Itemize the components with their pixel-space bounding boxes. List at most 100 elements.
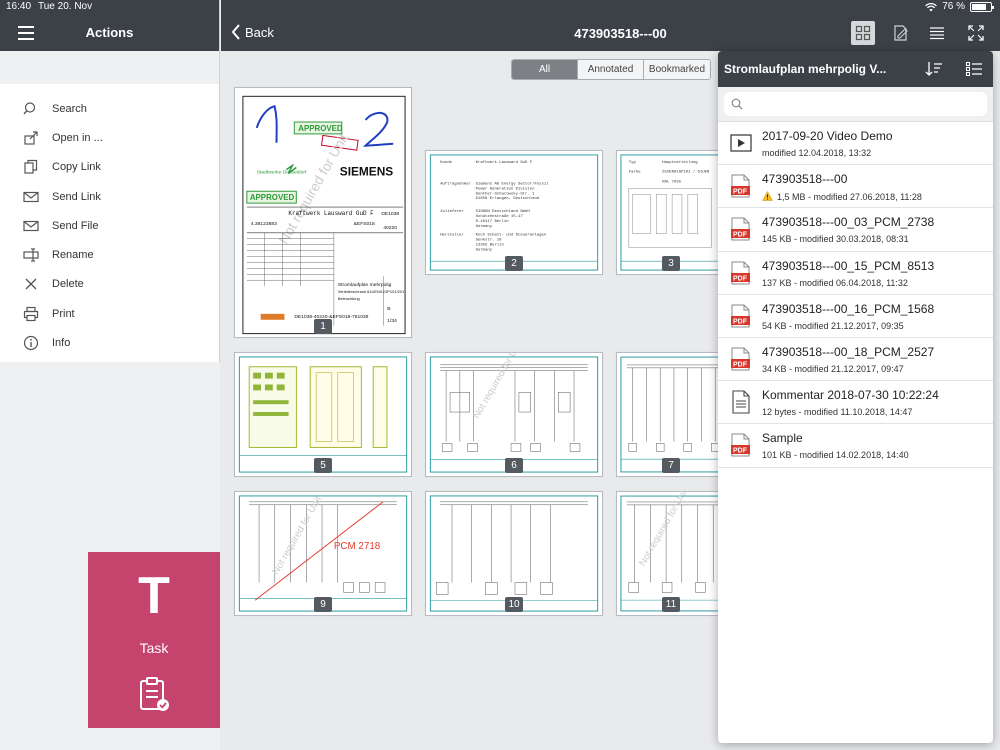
svg-text:Not required for Unit: Not required for Unit — [637, 492, 691, 568]
fullscreen-button[interactable] — [964, 21, 988, 45]
p2-label3: Zulieferer — [440, 209, 464, 214]
action-delete[interactable]: Delete — [0, 270, 219, 299]
p2-value1: Kraftwerk Lausward GuD F — [476, 160, 533, 165]
file-meta: 54 KB - modified 21.12.2017, 09:35 — [762, 321, 904, 331]
p2-value2c: Günther-Scharowsky-Str. 1 — [476, 191, 535, 196]
page1-customer: Kraftwerk Lausward GuD F — [288, 210, 374, 217]
file-search-input[interactable] — [724, 92, 987, 116]
printer-icon — [22, 305, 40, 323]
svg-text:Not required for Unit: Not required for Unit — [270, 494, 324, 576]
p2-label2: Auftragnehmer — [440, 181, 471, 186]
action-search[interactable]: Search — [0, 94, 219, 123]
svg-text:Not required for Unit: Not required for Unit — [471, 353, 525, 421]
p3-value1: Hauptverteilung — [662, 160, 698, 165]
search-box — [724, 92, 987, 116]
p2-label4: Hersteller — [440, 233, 464, 238]
file-list-item[interactable]: PDF 473903518---00_18_PCM_2527 34 KB - mod… — [718, 338, 993, 382]
file-list-item[interactable]: 2017-09-20 Video Demo modified 12.04.2018… — [718, 122, 993, 166]
warning-icon — [762, 191, 773, 203]
page-thumbnail-10[interactable]: 10 — [425, 491, 603, 616]
task-letter: T — [138, 567, 170, 625]
filter-all[interactable]: All — [512, 60, 578, 79]
page-thumbnail-2[interactable]: Kunde Kraftwerk Lausward GuD F Auftragne… — [425, 150, 603, 275]
page-thumbnail-5[interactable]: 5 — [234, 352, 412, 477]
file-list-item[interactable]: PDF 473903518---00_16_PCM_1568 54 KB - mod… — [718, 295, 993, 338]
mail-file-icon — [22, 217, 40, 235]
filter-annotated[interactable]: Annotated — [578, 60, 644, 79]
file-name: 473903518---00_03_PCM_2738 — [762, 215, 935, 230]
svg-text:PDF: PDF — [733, 189, 748, 196]
sidebar-spacer — [0, 51, 219, 84]
annotate-button[interactable] — [889, 21, 913, 45]
filter-bookmarked[interactable]: Bookmarked — [644, 60, 710, 79]
page-thumbnail-grid: APPROVED Stadtwerke Düsseldorf SIEMENS A… — [221, 85, 721, 750]
action-label: Send File — [52, 219, 99, 232]
file-list-item[interactable]: PDF 473903518---00_15_PCM_8513 137 KB - mo… — [718, 252, 993, 295]
file-meta-text: 12 bytes - modified 11.10.2018, 14:47 — [762, 407, 913, 418]
action-list: Search Open in ... Copy Link Send Link S… — [0, 84, 219, 358]
page-thumbnail-7[interactable]: 7 — [616, 352, 721, 477]
mail-icon — [22, 188, 40, 206]
rename-icon — [22, 246, 40, 264]
open-in-icon — [22, 129, 40, 147]
page1-rev: B — [387, 306, 391, 312]
p3-label1: Typ — [629, 161, 637, 165]
page-number-badge: 2 — [505, 256, 523, 271]
edit-document-icon — [894, 25, 908, 41]
file-meta-text: 101 KB - modified 14.02.2018, 14:40 — [762, 450, 909, 461]
action-print[interactable]: Print — [0, 299, 219, 328]
file-meta: 34 KB - modified 21.12.2017, 09:47 — [762, 364, 904, 374]
page-1-drawing: APPROVED Stadtwerke Düsseldorf SIEMENS A… — [242, 95, 406, 335]
file-list-item[interactable]: PDF Sample 101 KB - modified 14.02.2018, 1… — [718, 424, 993, 468]
p2-value4b: Senkstr. 10 — [476, 238, 503, 243]
page-thumbnail-1[interactable]: APPROVED Stadtwerke Düsseldorf SIEMENS A… — [234, 87, 412, 338]
file-meta-text: 1,5 MB - modified 27.06.2018, 11:28 — [777, 192, 922, 203]
sort-icon[interactable] — [925, 60, 943, 78]
file-name: 473903518---00_16_PCM_1568 — [762, 301, 935, 316]
action-rename[interactable]: Rename — [0, 240, 219, 269]
page-thumbnail-6[interactable]: Not required for Unit 6 — [425, 352, 603, 477]
popover-title: Stromlaufplan mehrpolig V... — [724, 62, 887, 76]
p2-value3c: D-10117 Berlin — [476, 219, 510, 224]
file-list-item[interactable]: PDF 473903518---00_03_PCM_2738 145 KB - mo… — [718, 208, 993, 252]
action-copy-link[interactable]: Copy Link — [0, 153, 219, 182]
list-details-icon[interactable] — [965, 60, 983, 78]
info-icon — [22, 334, 40, 352]
action-send-file[interactable]: Send File — [0, 211, 219, 240]
p2-value2d: 91058 Erlangen, Deutschland — [476, 196, 540, 201]
file-name: Sample — [762, 431, 803, 446]
page1-number: 4.38123883 — [251, 221, 277, 227]
page1-code1: DE1038 — [381, 211, 399, 217]
p2-value3a: SIGNON Deutschland GmbH — [476, 209, 531, 214]
page-thumbnail-3[interactable]: Typ Hauptverteilung Farbe 61UEN01GP101 /… — [616, 150, 721, 275]
copy-icon — [22, 158, 40, 176]
grid-view-button[interactable] — [851, 21, 875, 45]
approved-stamp-2: APPROVED — [250, 193, 295, 202]
action-label: Print — [52, 307, 75, 320]
task-tile[interactable]: T Task — [88, 552, 220, 728]
page1-desc1: Stromlaufplan mehrpolig — [338, 282, 392, 288]
search-icon — [731, 98, 743, 110]
action-label: Rename — [52, 249, 94, 262]
status-time: 16:40 — [6, 1, 32, 12]
action-info[interactable]: Info — [0, 328, 219, 357]
page1-desc2: Verteilerschrank 61UEN01GP101/201 — [338, 289, 404, 294]
file-meta-text: modified 12.04.2018, 13:32 — [762, 148, 872, 158]
action-open-in[interactable]: Open in ... — [0, 123, 219, 152]
list-view-button[interactable] — [925, 21, 949, 45]
task-label: Task — [139, 640, 169, 656]
related-files-popover: Stromlaufplan mehrpolig V... 2017-09-20 … — [718, 51, 993, 743]
page-thumbnail-11[interactable]: Not required for Unit 11 — [616, 491, 721, 616]
file-name: Kommentar 2018-07-30 10:22:24 — [762, 388, 939, 403]
file-list-item[interactable]: PDF 473903518---00 1,5 MB - modified 27.06… — [718, 165, 993, 209]
action-send-link[interactable]: Send Link — [0, 182, 219, 211]
page-number-badge: 11 — [662, 597, 680, 612]
page-thumbnail-9[interactable]: PCM 2718 Not required for Unit 9 — [234, 491, 412, 616]
siemens-logo: SIEMENS — [340, 164, 393, 178]
file-name: 473903518---00_18_PCM_2527 — [762, 344, 935, 359]
wifi-icon — [925, 2, 938, 11]
page1-code3: 40220 — [383, 225, 397, 231]
p3-value2: RAL 7035 — [662, 180, 681, 184]
file-list-item[interactable]: Kommentar 2018-07-30 10:22:24 12 bytes - … — [718, 381, 993, 425]
battery-percent: 76 % — [942, 1, 965, 12]
